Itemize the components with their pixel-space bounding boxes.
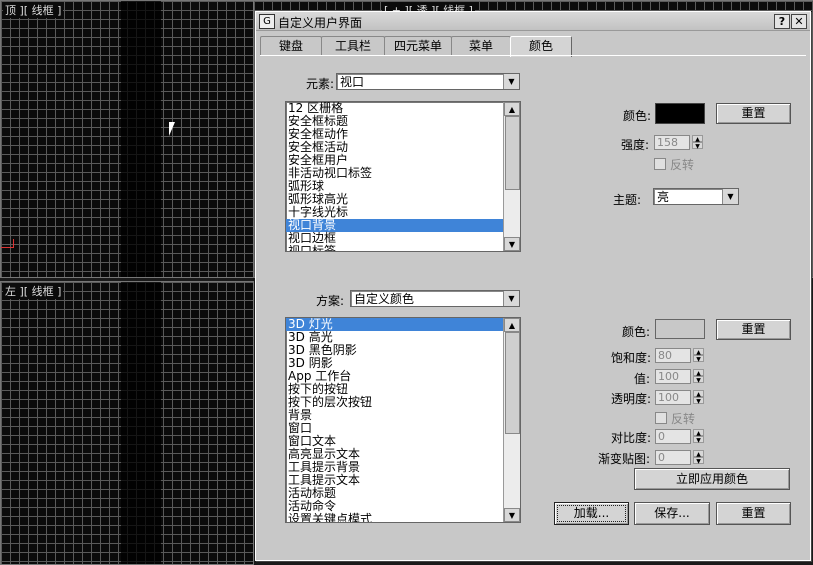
scheme-dropdown-value: 自定义颜色: [354, 292, 415, 306]
elements-label: 元素:: [306, 77, 335, 91]
scheme-color-reset-button[interactable]: 重置: [716, 319, 791, 340]
scroll-thumb[interactable]: [505, 116, 520, 190]
axis-tripod-icon: [1, 239, 14, 248]
scheme-invert-label: 反转: [671, 412, 696, 426]
scheme-scrollbar[interactable]: ▲ ▼: [503, 318, 520, 522]
intensity-label: 强度:: [621, 138, 650, 152]
spinner-down-icon[interactable]: ▼: [693, 436, 704, 444]
chevron-down-icon: ▼: [503, 291, 519, 306]
spinner-up-icon[interactable]: ▲: [693, 429, 704, 437]
saturation-label: 饱和度:: [611, 351, 652, 365]
spinner-up-icon[interactable]: ▲: [692, 135, 703, 143]
spinner-down-icon[interactable]: ▼: [692, 142, 703, 150]
customize-ui-dialog: G 自定义用户界面 ? ✕ 键盘 工具栏 四元菜单 菜单 颜色 元素: 视口 ▼…: [255, 11, 811, 561]
elements-list-item[interactable]: 视口标签: [286, 245, 520, 252]
checkbox-icon: [654, 158, 666, 170]
spinner-up-icon[interactable]: ▲: [693, 450, 704, 458]
value-spinner[interactable]: 100 ▲ ▼: [655, 369, 707, 384]
gradient-map-label: 渐变贴图:: [598, 452, 651, 466]
scroll-thumb[interactable]: [505, 332, 520, 434]
viewport-shadow-band: [121, 282, 161, 564]
dialog-title: 自定义用户界面: [278, 16, 363, 30]
spinner-down-icon[interactable]: ▼: [693, 355, 704, 363]
tab-menus[interactable]: 菜单: [451, 36, 511, 56]
spinner-down-icon[interactable]: ▼: [693, 397, 704, 405]
transparency-label: 透明度:: [611, 392, 652, 406]
dialog-titlebar[interactable]: G 自定义用户界面 ? ✕: [256, 12, 810, 31]
tab-colors[interactable]: 颜色: [510, 36, 572, 57]
transparency-spinner[interactable]: 100 ▲ ▼: [655, 390, 707, 405]
save-button[interactable]: 保存...: [634, 502, 710, 525]
elements-list[interactable]: 12 区栅格 安全框标题 安全框动作 安全框活动 安全框用户 非活动视口标签 弧形球 弧形球高…: [285, 101, 521, 252]
viewport-shadow-band: [121, 1, 161, 277]
chevron-down-icon: ▼: [503, 74, 519, 89]
transparency-value[interactable]: 100: [655, 390, 691, 405]
element-color-swatch[interactable]: [655, 103, 705, 124]
scroll-up-icon[interactable]: ▲: [504, 318, 520, 332]
spinner-up-icon[interactable]: ▲: [693, 369, 704, 377]
gradient-map-value[interactable]: 0: [655, 450, 691, 465]
scroll-down-icon[interactable]: ▼: [504, 508, 520, 522]
scheme-list-item[interactable]: 背景: [286, 409, 520, 422]
element-invert-checkbox[interactable]: 反转: [654, 156, 694, 173]
intensity-value[interactable]: 158: [654, 135, 690, 150]
spinner-up-icon[interactable]: ▲: [693, 348, 704, 356]
apply-colors-now-button[interactable]: 立即应用颜色: [634, 468, 790, 490]
viewport-top[interactable]: 顶 ][ 线框 ]: [0, 0, 254, 278]
elements-scrollbar[interactable]: ▲ ▼: [503, 102, 520, 251]
theme-label: 主题:: [613, 193, 642, 207]
app-logo-icon: G: [259, 14, 275, 29]
saturation-value[interactable]: 80: [655, 348, 691, 363]
intensity-spinner[interactable]: 158 ▲ ▼: [654, 135, 706, 150]
spinner-down-icon[interactable]: ▼: [693, 457, 704, 465]
chevron-down-icon: ▼: [722, 189, 738, 204]
scroll-up-icon[interactable]: ▲: [504, 102, 520, 116]
element-color-label: 颜色:: [623, 109, 652, 123]
element-invert-label: 反转: [670, 158, 695, 172]
elements-dropdown-value: 视口: [340, 75, 365, 89]
spinner-down-icon[interactable]: ▼: [693, 376, 704, 384]
element-color-reset-button[interactable]: 重置: [716, 103, 791, 124]
contrast-label: 对比度:: [611, 431, 652, 445]
scheme-dropdown[interactable]: 自定义颜色 ▼: [350, 290, 520, 307]
scheme-label: 方案:: [316, 294, 345, 308]
scheme-color-label: 颜色:: [622, 325, 651, 339]
spinner-up-icon[interactable]: ▲: [693, 390, 704, 398]
tab-keyboard[interactable]: 键盘: [260, 36, 322, 56]
tab-quads[interactable]: 四元菜单: [384, 36, 452, 56]
tab-toolbars[interactable]: 工具栏: [321, 36, 385, 56]
theme-dropdown[interactable]: 亮 ▼: [653, 188, 739, 205]
viewport-label-top[interactable]: 顶 ][ 线框 ]: [3, 2, 64, 18]
scheme-invert-checkbox[interactable]: 反转: [655, 410, 695, 427]
value-label: 值:: [634, 372, 651, 386]
theme-dropdown-value: 亮: [657, 190, 670, 204]
saturation-spinner[interactable]: 80 ▲ ▼: [655, 348, 707, 363]
help-button[interactable]: ?: [774, 14, 790, 29]
scheme-color-swatch[interactable]: [655, 319, 705, 339]
value-value[interactable]: 100: [655, 369, 691, 384]
elements-dropdown[interactable]: 视口 ▼: [336, 73, 520, 90]
close-button[interactable]: ✕: [791, 14, 807, 29]
viewport-label-left[interactable]: 左 ][ 线框 ]: [3, 283, 64, 299]
scheme-list-item[interactable]: 按下的层次按钮: [286, 396, 520, 409]
cursor-icon: [169, 122, 175, 136]
tab-divider: [260, 55, 806, 56]
viewport-left[interactable]: 左 ][ 线框 ]: [0, 281, 254, 565]
scheme-list-item[interactable]: 设置关键点模式: [286, 513, 520, 523]
contrast-spinner[interactable]: 0 ▲ ▼: [655, 429, 707, 444]
scroll-down-icon[interactable]: ▼: [504, 237, 520, 251]
contrast-value[interactable]: 0: [655, 429, 691, 444]
load-button[interactable]: 加载...: [554, 502, 629, 525]
gradient-map-spinner[interactable]: 0 ▲ ▼: [655, 450, 707, 465]
reset-button[interactable]: 重置: [716, 502, 791, 525]
checkbox-icon: [655, 412, 667, 424]
scheme-list[interactable]: 3D 灯光 3D 高光 3D 黑色阴影 3D 阴影 App 工作台 按下的按钮 按下的层次按…: [285, 317, 521, 523]
